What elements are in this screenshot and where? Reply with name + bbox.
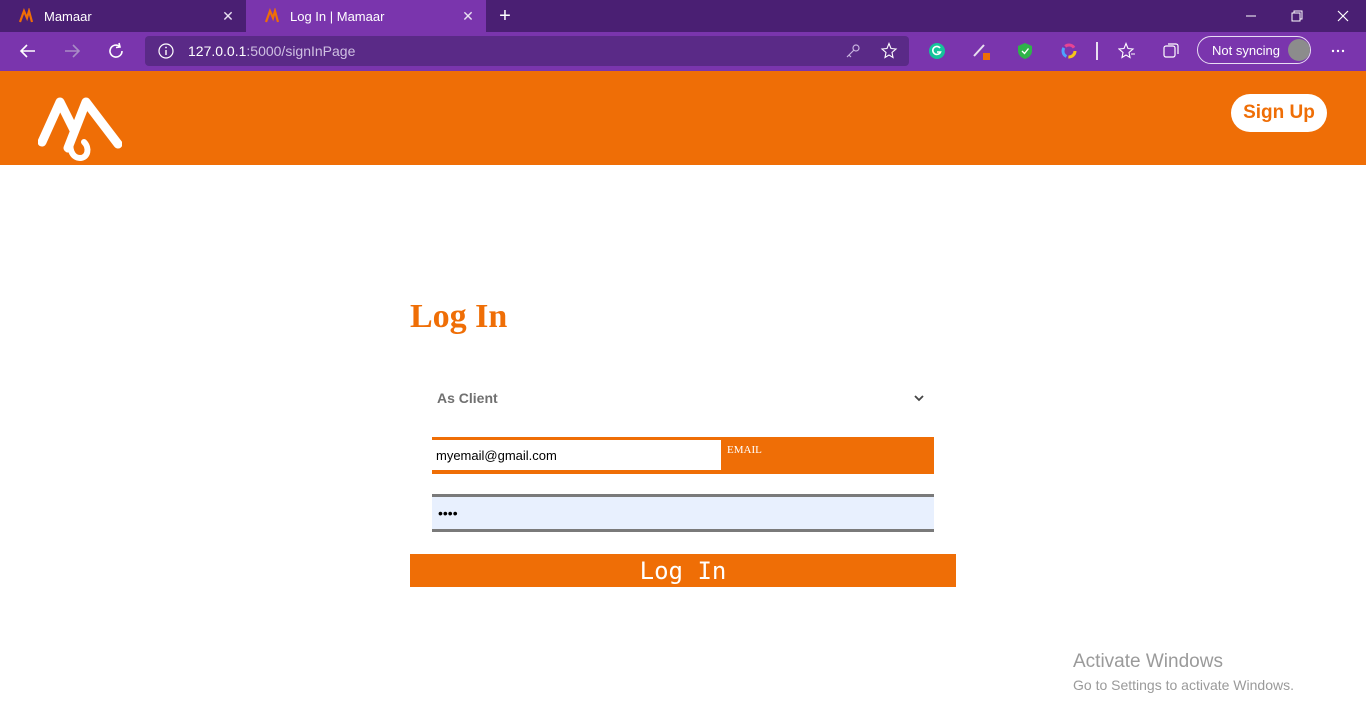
tab-mamaar[interactable]: Mamaar ✕ (0, 0, 246, 32)
log-in-button[interactable]: Log In (410, 554, 956, 587)
role-select-value: As Client (437, 390, 498, 406)
add-favorite-icon[interactable] (878, 40, 900, 62)
password-field[interactable]: •••• (432, 494, 934, 532)
tab-title: Mamaar (44, 8, 92, 24)
site-info-icon[interactable] (155, 40, 177, 62)
email-field[interactable] (432, 440, 721, 470)
refresh-icon[interactable] (104, 40, 128, 62)
restore-button[interactable] (1274, 0, 1320, 32)
mamaar-logo-icon[interactable] (37, 96, 123, 162)
close-tab-icon[interactable]: ✕ (216, 8, 240, 25)
mamaar-favicon-icon (18, 8, 34, 24)
pen-extension-icon[interactable] (970, 40, 992, 62)
forward-icon[interactable] (60, 40, 84, 62)
sign-up-button[interactable]: Sign Up (1231, 94, 1327, 132)
minimize-button[interactable] (1228, 0, 1274, 32)
shield-icon[interactable] (1014, 40, 1036, 62)
site-header (0, 71, 1366, 165)
profile-label: Not syncing (1212, 42, 1280, 58)
email-label: EMAIL (727, 444, 762, 456)
grammarly-icon[interactable] (926, 40, 948, 62)
more-options-icon[interactable] (1327, 40, 1349, 62)
favorites-icon[interactable] (1116, 40, 1138, 62)
activate-windows-subtitle: Go to Settings to activate Windows. (1073, 677, 1294, 693)
url-text[interactable]: 127.0.0.1:5000/signInPage (188, 43, 355, 59)
avatar (1287, 39, 1310, 61)
password-mask: •••• (438, 505, 458, 521)
mamaar-favicon-icon (264, 8, 280, 24)
page-title: Log In (410, 298, 508, 335)
key-icon[interactable] (842, 40, 864, 62)
activate-windows-title: Activate Windows (1073, 651, 1223, 672)
role-select[interactable]: As Client (432, 382, 934, 414)
profile-button[interactable]: Not syncing (1197, 36, 1311, 64)
close-tab-icon[interactable]: ✕ (456, 8, 480, 25)
chevron-down-icon (904, 391, 934, 405)
toolbar-divider (1096, 42, 1098, 60)
tab-title: Log In | Mamaar (290, 8, 385, 24)
back-icon[interactable] (16, 40, 40, 62)
collections-icon[interactable] (1160, 40, 1182, 62)
tab-login[interactable]: Log In | Mamaar ✕ (246, 0, 486, 32)
close-window-button[interactable] (1320, 0, 1366, 32)
color-ring-icon[interactable] (1058, 40, 1080, 62)
new-tab-button[interactable]: + (494, 4, 516, 28)
